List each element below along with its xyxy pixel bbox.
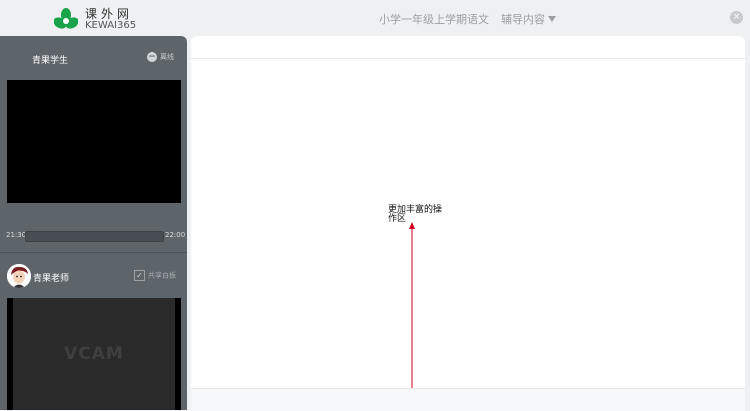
annotation-label: 更加丰富的操作区 (388, 205, 443, 224)
annotation-arrow-icon (409, 222, 415, 410)
logo: 课外网 KEWAI365 (54, 7, 137, 31)
checkbox-icon[interactable]: ✓ (134, 270, 145, 281)
teacher-name: 青果老师 (33, 274, 70, 284)
avatar-face-icon (7, 264, 31, 288)
share-whiteboard-toggle[interactable]: ✓ 共享白板 (134, 270, 176, 281)
chevron-down-icon (548, 16, 556, 22)
vcam-placeholder: VCAM (13, 298, 175, 410)
start-time: 21:30 (6, 231, 27, 239)
offline-status: − 离线 (147, 52, 174, 62)
student-video (7, 80, 181, 203)
share-whiteboard-label: 共享白板 (148, 271, 176, 280)
whiteboard-bottom-bar (191, 388, 745, 411)
logo-text-english: KEWAI365 (85, 20, 137, 31)
panel-divider (0, 252, 187, 253)
student-bar: 青果学生 − 离线 (0, 36, 187, 78)
teacher-video: VCAM (7, 298, 181, 410)
class-timeline: 21:30 22:00 (0, 227, 187, 247)
teacher-avatar (7, 264, 31, 288)
participants-panel: 青果学生 − 离线 21:30 22:00 青果老师 ✓ 共享白板 VCAM (0, 36, 187, 410)
course-title: 小学一年级上学期语文 (379, 13, 489, 26)
logo-text-chinese: 课外网 (85, 7, 134, 21)
assist-content-menu[interactable]: 辅导内容 (501, 11, 556, 27)
class-progress-bar (25, 231, 164, 242)
student-name: 青果学生 (32, 56, 69, 66)
assist-content-label: 辅导内容 (501, 13, 545, 26)
offline-label: 离线 (160, 53, 174, 61)
end-time: 22:00 (165, 231, 186, 239)
logo-leaf-icon (54, 8, 78, 29)
teacher-bar: 青果老师 ✓ 共享白板 (0, 262, 187, 290)
whiteboard-toolbar (191, 36, 745, 59)
top-header: 课外网 KEWAI365 小学一年级上学期语文 辅导内容 × (0, 0, 750, 36)
offline-icon: − (147, 52, 157, 62)
whiteboard-area[interactable]: 更加丰富的操作区 (191, 36, 745, 411)
close-button[interactable]: × (730, 11, 743, 24)
vcam-logo: VCAM (64, 344, 124, 364)
